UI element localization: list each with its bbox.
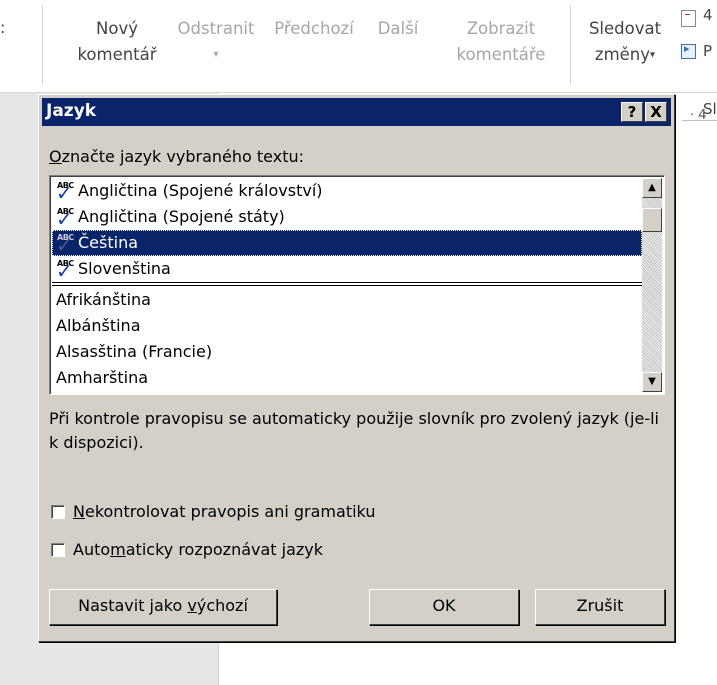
previous-comment-label: Předchozí xyxy=(274,19,354,38)
language-name: Amharština xyxy=(56,368,149,387)
next-comment-label: Další xyxy=(377,19,419,38)
language-name: Slovenština xyxy=(78,259,171,278)
language-name: Albánština xyxy=(56,316,141,335)
dialog-title: Jazyk xyxy=(46,101,97,121)
delete-comment-label: Odstranit xyxy=(177,19,255,38)
no-proofing-label: Nekontrolovat pravopis ani gramatiku xyxy=(73,502,376,521)
language-items: ABC ✓ Angličtina (Spojené království) ABC ✓ A… xyxy=(52,178,642,391)
scroll-up-button[interactable]: ▲ xyxy=(642,178,662,198)
language-list-item[interactable]: Albánština xyxy=(52,313,642,339)
compare-icon[interactable] xyxy=(681,10,696,27)
dialog-title-bar[interactable]: Jazyk ? X xyxy=(42,98,671,126)
language-name: Afrikánština xyxy=(56,290,151,309)
help-button[interactable]: ? xyxy=(621,102,643,122)
review-ribbon: : Nový komentář Odstranit ▾ Předchozí Da… xyxy=(0,0,717,93)
set-as-default-button[interactable]: Nastavit jako výchozí xyxy=(49,589,277,625)
no-proofing-checkbox[interactable] xyxy=(51,505,65,519)
language-list-item[interactable]: Alsasština (Francie) xyxy=(52,339,642,365)
language-prompt-label: Označte jazyk vybraného textu: xyxy=(49,147,304,166)
language-list-item[interactable]: ABC ✓ Čeština xyxy=(52,230,642,257)
language-list[interactable]: ABC ✓ Angličtina (Spojené království) ABC ✓ A… xyxy=(49,175,665,395)
scroll-thumb[interactable] xyxy=(642,208,662,232)
ribbon-separator xyxy=(570,6,571,84)
language-dialog: Jazyk ? X Označte jazyk vybraného textu:… xyxy=(38,94,675,642)
track-changes-button[interactable]: Sledovat změny▾ xyxy=(578,16,672,69)
language-name: Alsasština (Francie) xyxy=(56,342,213,361)
ribbon-separator xyxy=(42,6,43,84)
track-changes-label-1: Sledovat xyxy=(588,19,662,38)
ribbon-edge-text: 4 xyxy=(703,6,713,24)
show-comments-label-2: komentáře xyxy=(456,45,546,64)
scroll-down-button[interactable]: ▼ xyxy=(642,372,662,392)
spelling-info-text: Při kontrole pravopisu se automaticky po… xyxy=(49,409,659,452)
language-list-item[interactable]: ABC ✓ Angličtina (Spojené království) xyxy=(52,178,642,205)
language-name: Angličtina (Spojené království) xyxy=(78,181,323,200)
chevron-down-icon: ▾ xyxy=(213,49,219,60)
next-comment-button[interactable]: Další xyxy=(368,16,428,42)
new-comment-button[interactable]: Nový komentář xyxy=(72,16,162,68)
previous-comment-button[interactable]: Předchozí xyxy=(264,16,364,42)
language-name: Angličtina (Spojené státy) xyxy=(78,207,285,226)
show-comments-button[interactable]: Zobrazit komentáře xyxy=(438,16,564,68)
ribbon-edge-text: P xyxy=(703,42,713,60)
show-comments-label-1: Zobrazit xyxy=(466,19,536,38)
auto-detect-checkbox-row[interactable]: Automaticky rozpoznávat jazyk xyxy=(51,540,323,559)
list-scrollbar[interactable]: ▲ ▼ xyxy=(642,178,662,392)
ribbon-left-glyph: : xyxy=(0,18,6,37)
reviewing-pane-icon[interactable] xyxy=(681,42,696,59)
new-comment-label-2: komentář xyxy=(77,45,157,64)
new-comment-label-1: Nový xyxy=(96,19,138,38)
language-list-item[interactable]: Amharština xyxy=(52,365,642,391)
close-button[interactable]: X xyxy=(645,102,667,122)
auto-detect-label: Automaticky rozpoznávat jazyk xyxy=(73,540,324,559)
no-proofing-checkbox-row[interactable]: Nekontrolovat pravopis ani gramatiku xyxy=(51,502,375,521)
delete-comment-button[interactable]: Odstranit ▾ xyxy=(168,16,264,68)
ok-button[interactable]: OK xyxy=(369,589,519,625)
language-list-item[interactable]: ABC ✓ Slovenština xyxy=(52,256,642,283)
auto-detect-checkbox[interactable] xyxy=(51,543,65,557)
favorites-divider xyxy=(52,283,642,286)
language-list-item[interactable]: Afrikánština xyxy=(52,287,642,313)
ruler xyxy=(682,120,717,121)
language-list-item[interactable]: ABC ✓ Angličtina (Spojené státy) xyxy=(52,204,642,231)
chevron-down-icon: ▾ xyxy=(650,49,656,61)
spellcheck-icon: ABC ✓ xyxy=(56,259,74,283)
language-name: Čeština xyxy=(78,233,139,252)
track-changes-label-2: změny xyxy=(594,45,651,64)
cancel-button[interactable]: Zrušit xyxy=(535,589,665,625)
